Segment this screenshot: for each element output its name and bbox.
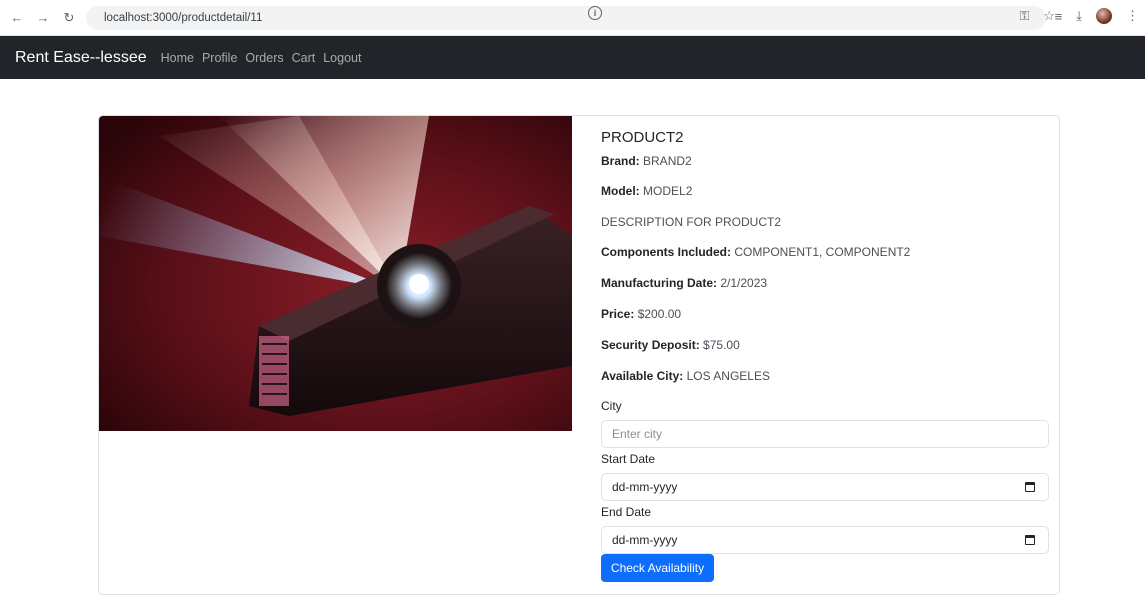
back-icon[interactable]: ← [6, 7, 28, 29]
product-image [99, 116, 572, 431]
address-bar[interactable]: i localhost:3000/productdetail/11 [86, 6, 1046, 30]
model-value: MODEL2 [643, 184, 693, 198]
browser-toolbar: ← → ↻ i localhost:3000/productdetail/11 … [0, 0, 1145, 36]
price-value: $200.00 [637, 307, 682, 321]
site-info-icon[interactable]: i [588, 6, 602, 20]
nav-cart-link[interactable]: Cart [292, 51, 316, 65]
calendar-icon[interactable] [1025, 535, 1035, 545]
available-city-row: Available City: LOS ANGELES [601, 369, 770, 383]
end-date-label: End Date [601, 505, 652, 519]
start-date-input[interactable]: dd-mm-yyyy [601, 473, 1049, 501]
start-date-label: Start Date [601, 452, 656, 466]
price-row: Price: $200.00 [601, 307, 681, 321]
bookmark-star-icon[interactable]: ☆ [1043, 8, 1055, 24]
manufacturing-date-row: Manufacturing Date: 2/1/2023 [601, 276, 767, 290]
city-field-label: City [601, 399, 622, 413]
download-icon[interactable]: ⤓ [1076, 8, 1082, 24]
product-title: PRODUCT2 [601, 129, 684, 146]
nav-home-link[interactable]: Home [161, 51, 194, 65]
components-label: Components Included: [601, 245, 731, 259]
end-date-value[interactable]: dd-mm-yyyy [612, 533, 677, 547]
menu-kebab-icon[interactable]: ⋮ [1126, 8, 1139, 24]
brand-row: Brand: BRAND2 [601, 154, 692, 168]
password-key-icon[interactable]: ⚿ [1019, 8, 1029, 24]
nav-orders-link[interactable]: Orders [245, 51, 283, 65]
model-label: Model: [601, 184, 640, 198]
profile-avatar[interactable] [1096, 8, 1112, 24]
price-label: Price: [601, 307, 635, 321]
app-navbar: Rent Ease--lessee Home Profile Orders Ca… [0, 36, 1145, 79]
components-value: COMPONENT1, COMPONENT2 [734, 245, 911, 259]
end-date-input[interactable]: dd-mm-yyyy [601, 526, 1049, 554]
forward-icon[interactable]: → [32, 7, 54, 29]
manufacturing-date-label: Manufacturing Date: [601, 276, 718, 290]
nav-logout-link[interactable]: Logout [323, 51, 361, 65]
city-input[interactable]: Enter city [601, 420, 1049, 448]
projector-photo [99, 116, 572, 431]
calendar-icon[interactable] [1025, 482, 1035, 492]
available-city-label: Available City: [601, 369, 684, 383]
brand-link[interactable]: Rent Ease--lessee [15, 49, 147, 67]
manufacturing-date-value: 2/1/2023 [720, 276, 768, 290]
brand-label: Brand: [601, 154, 640, 168]
check-availability-button[interactable]: Check Availability [601, 554, 714, 582]
reading-list-icon[interactable]: ≡ [1055, 9, 1063, 24]
available-city-value: LOS ANGELES [686, 369, 770, 383]
components-row: Components Included: COMPONENT1, COMPONE… [601, 245, 910, 259]
brand-value: BRAND2 [643, 154, 692, 168]
security-deposit-label: Security Deposit: [601, 338, 700, 352]
product-description: DESCRIPTION FOR PRODUCT2 [601, 215, 782, 229]
security-deposit-row: Security Deposit: $75.00 [601, 338, 740, 352]
nav-profile-link[interactable]: Profile [202, 51, 237, 65]
security-deposit-value: $75.00 [703, 338, 740, 352]
model-row: Model: MODEL2 [601, 184, 692, 198]
product-card: PRODUCT2 Brand: BRAND2 Model: MODEL2 DES… [98, 115, 1060, 595]
reload-icon[interactable]: ↻ [58, 7, 80, 29]
start-date-value[interactable]: dd-mm-yyyy [612, 480, 677, 494]
address-bar-url[interactable]: localhost:3000/productdetail/11 [104, 12, 262, 24]
